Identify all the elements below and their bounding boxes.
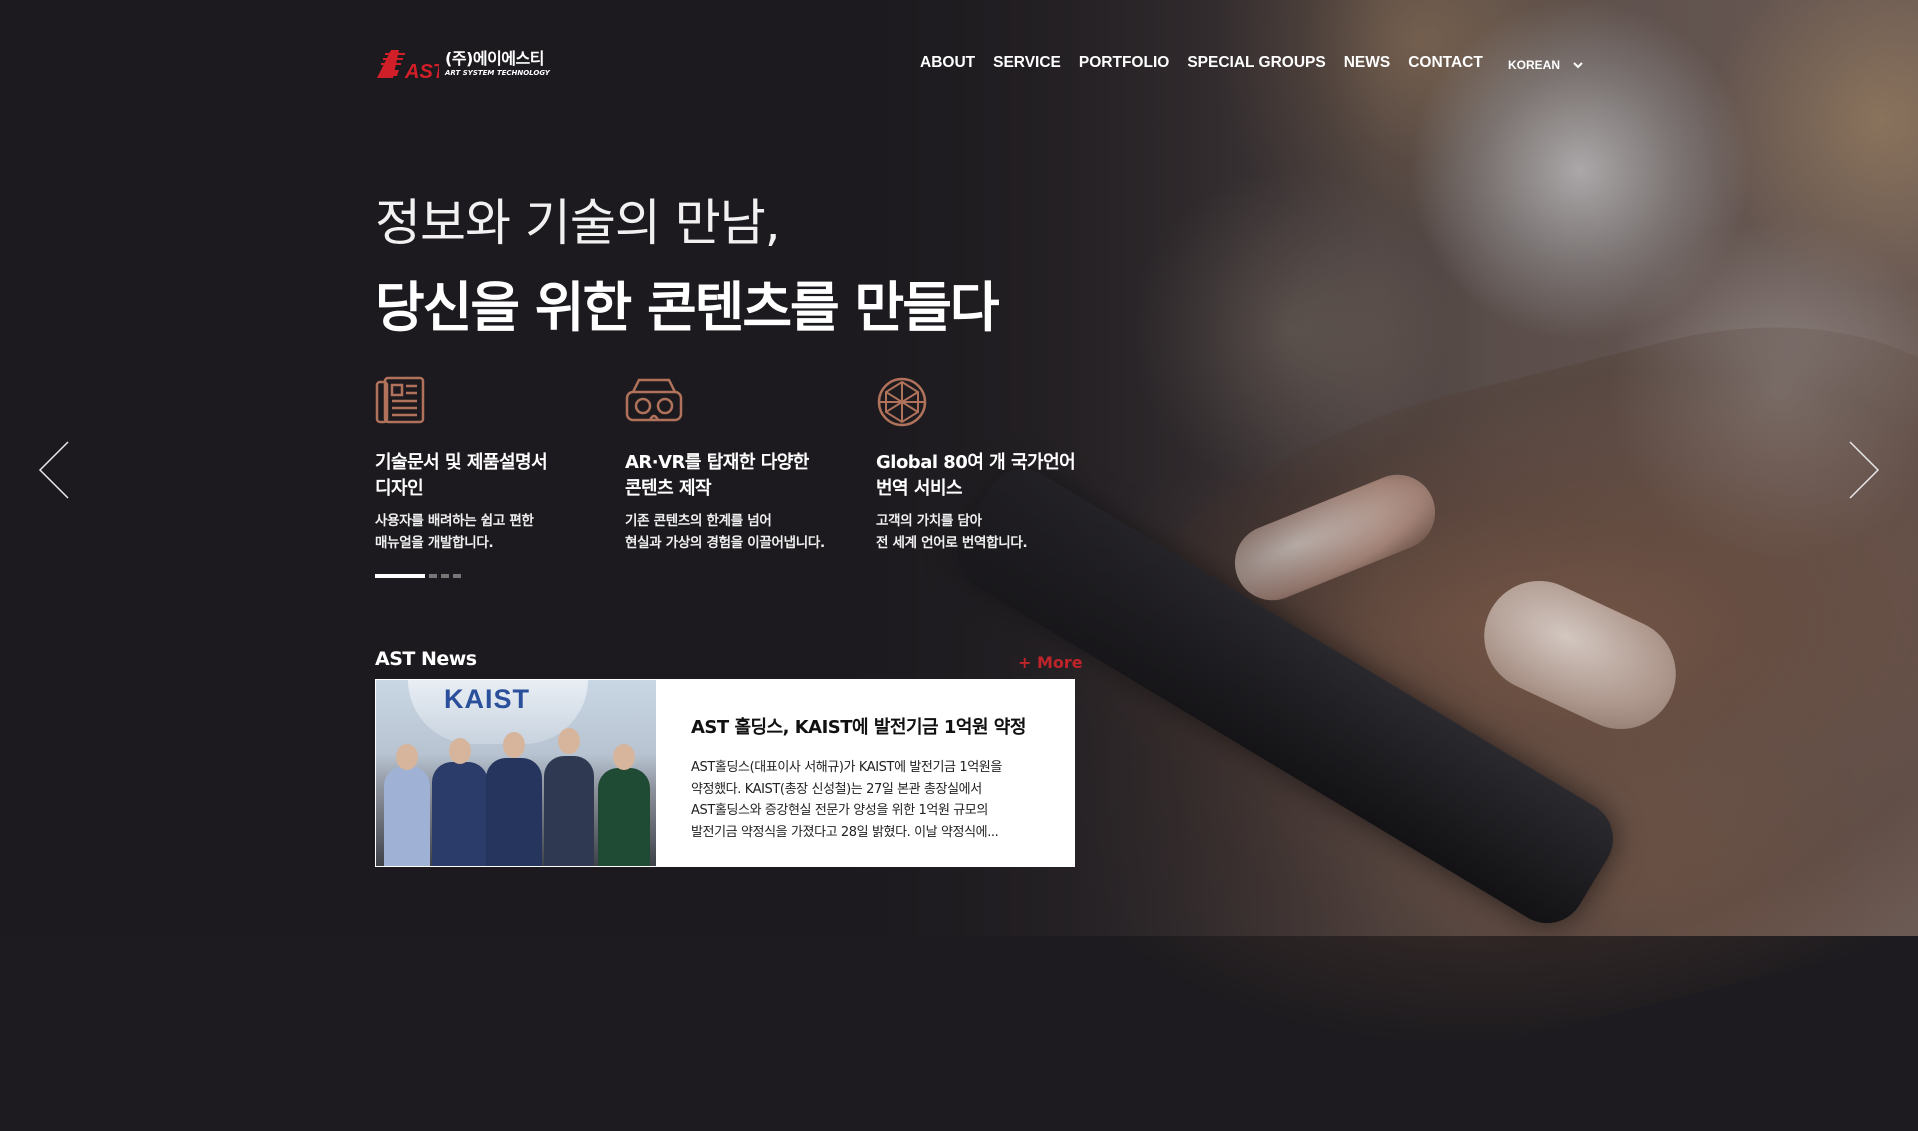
company-logo[interactable]: AST (주)에이에스티 ART SYSTEM TECHNOLOGY	[375, 46, 550, 82]
pager-dot[interactable]	[429, 574, 437, 578]
person	[384, 744, 430, 866]
slide-pager	[375, 574, 465, 578]
nav-special-groups[interactable]: SPECIAL GROUPS	[1187, 54, 1325, 72]
logo-company-ko: (주)에이에스티	[445, 49, 544, 68]
feature-title: AR·VR를 탑재한 다양한 콘텐츠 제작	[625, 452, 809, 499]
pager-dot-active[interactable]	[375, 574, 425, 578]
nav-contact[interactable]: CONTACT	[1408, 54, 1483, 72]
nav-news[interactable]: NEWS	[1344, 54, 1391, 72]
feature-desc: 사용자를 배려하는 쉽고 편한 매뉴얼을 개발합니다.	[375, 513, 534, 551]
feature-title: Global 80여 개 국가언어 번역 서비스	[876, 452, 1076, 499]
feature-item: 기술문서 및 제품설명서 디자인 사용자를 배려하는 쉽고 편한 매뉴얼을 개발…	[375, 376, 615, 554]
language-label: KOREAN	[1508, 58, 1561, 72]
feature-item: AR·VR를 탑재한 다양한 콘텐츠 제작 기존 콘텐츠의 한계를 넘어 현실과…	[625, 376, 865, 554]
news-more-link[interactable]: + More	[1018, 653, 1083, 672]
logo-company-en: ART SYSTEM TECHNOLOGY	[445, 69, 550, 77]
language-selector[interactable]: KOREAN	[1508, 58, 1584, 72]
feature-desc: 기존 콘텐츠의 한계를 넘어 현실과 가상의 경험을 이끌어냅니다.	[625, 513, 825, 551]
logo-mark-icon: AST	[375, 46, 439, 82]
feature-desc: 고객의 가치를 담아 전 세계 언어로 번역합니다.	[876, 513, 1028, 551]
person	[486, 732, 542, 866]
person	[544, 728, 594, 866]
pager-dot[interactable]	[453, 574, 461, 578]
kaist-logo-text: KAIST	[444, 684, 530, 714]
nav-portfolio[interactable]: PORTFOLIO	[1079, 54, 1169, 72]
main-nav: ABOUT SERVICE PORTFOLIO SPECIAL GROUPS N…	[920, 54, 1501, 72]
news-card[interactable]: KAIST AST 홀딩스, KAIST에 발전기금 1억원 약정 AST홀딩스…	[375, 679, 1075, 867]
document-icon	[375, 376, 425, 424]
news-summary: AST홀딩스(대표이사 서해규)가 KAIST에 발전기금 1억원을 약정했다.…	[691, 760, 1002, 840]
nav-service[interactable]: SERVICE	[993, 54, 1061, 72]
hero-headline-light: 정보와 기술의 만남,	[375, 194, 781, 252]
next-slide-arrow-icon[interactable]	[1848, 440, 1880, 500]
vr-headset-icon	[625, 378, 683, 422]
hero-headline-bold: 당신을 위한 콘텐츠를 만들다	[375, 276, 1000, 339]
prev-slide-arrow-icon[interactable]	[38, 440, 70, 500]
feature-item: Global 80여 개 국가언어 번역 서비스 고객의 가치를 담아 전 세계…	[876, 376, 1116, 554]
globe-network-icon	[877, 377, 927, 427]
news-thumbnail: KAIST	[376, 680, 656, 866]
news-headline: AST 홀딩스, KAIST에 발전기금 1억원 약정	[691, 717, 1026, 738]
feature-title: 기술문서 및 제품설명서 디자인	[375, 452, 548, 499]
pager-dot[interactable]	[441, 574, 449, 578]
nav-about[interactable]: ABOUT	[920, 54, 975, 72]
news-section-title: AST News	[375, 648, 477, 670]
chevron-down-icon	[1573, 62, 1583, 69]
logo-mark-text: AST	[404, 61, 439, 82]
person	[598, 744, 650, 866]
person	[432, 738, 488, 866]
